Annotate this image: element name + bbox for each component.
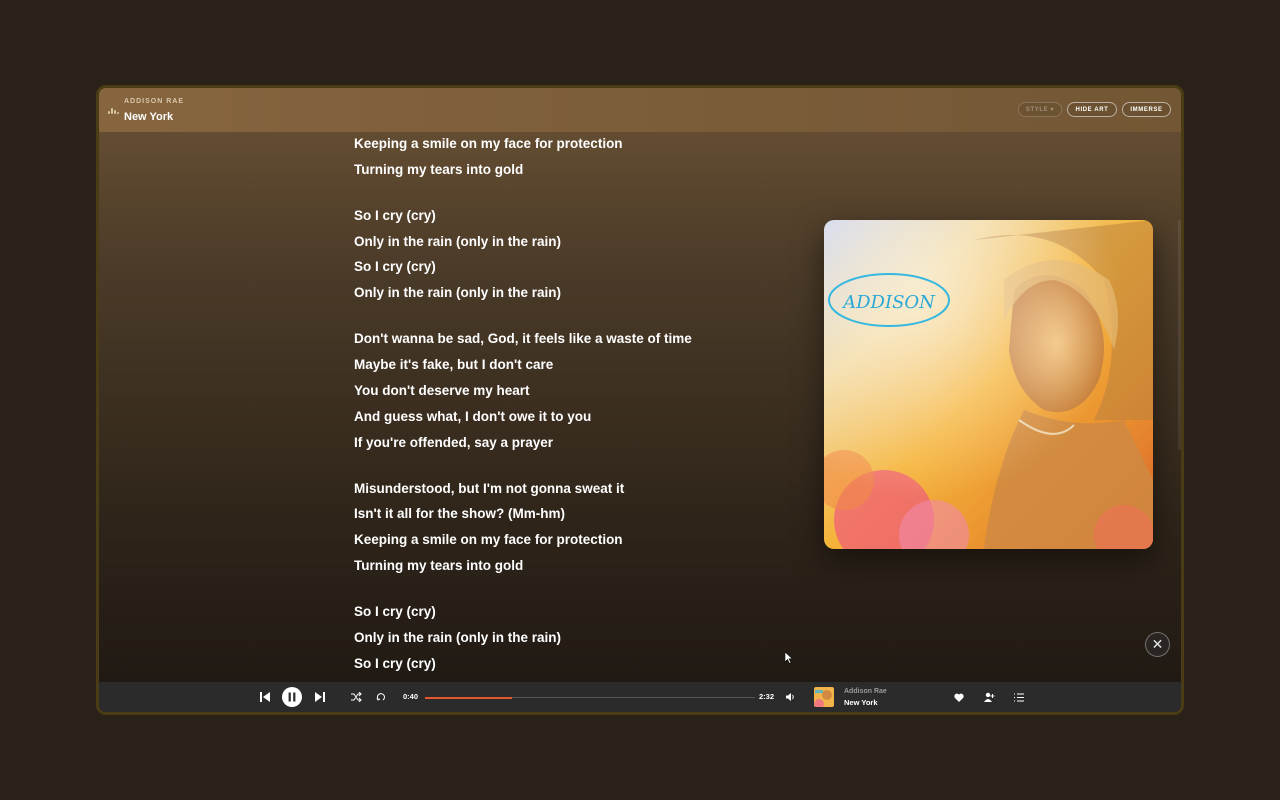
lyric-line: Maybe it's fake, but I don't care [354,357,554,373]
lyrics-list: Keeping a smile on my face for protectio… [354,134,692,685]
lyric-line: Keeping a smile on my face for protectio… [354,136,623,151]
lyric-line: And guess what, I don't owe it to you [354,408,592,424]
lyric-line: Turning my tears into gold [354,161,524,177]
lyric-stanza-gap [354,186,692,206]
immerse-button[interactable]: IMMERSE [1122,102,1171,117]
heart-icon[interactable] [952,688,966,706]
lyric-line: So I cry (cry) [354,207,436,223]
duration-time: 2:32 [759,692,775,701]
next-icon[interactable] [312,688,328,706]
album-logo: ADDISON [841,292,936,313]
lyric-stanza-gap [354,582,692,602]
artist-icon[interactable] [982,688,996,706]
queue-icon[interactable] [1012,688,1026,706]
close-button[interactable]: ✕ [1145,632,1170,657]
lyric-line: So I cry (cry) [354,259,436,275]
repeat-icon[interactable] [374,688,388,706]
now-playing-title[interactable]: New York [844,698,878,707]
close-icon: ✕ [1151,636,1164,652]
equalizer-icon [108,106,119,114]
lyric-line: Turning my tears into gold [354,558,524,574]
scrollbar[interactable] [1178,220,1181,450]
lyric-line: So I cry (cry) [354,604,436,620]
header-artist: ADDISON RAE [124,98,185,105]
lyric-line: Isn't it all for the show? (Mm-hm) [354,506,565,522]
lyric-line: Misunderstood, but I'm not gonna sweat i… [354,480,625,496]
player-bar: 0:40 2:32 Addison Rae New York [99,682,1181,712]
lyric-stanza-gap [354,458,692,478]
lyric-line: You don't deserve my heart [354,382,530,398]
progress-fill [425,696,512,699]
mouse-cursor-icon [785,652,793,664]
lyric-line: Keeping a smile on my face for protectio… [354,532,623,548]
pause-icon[interactable] [282,687,302,707]
lyric-line: Don't wanna be sad, God, it feels like a… [354,331,692,347]
progress-bar[interactable] [425,696,755,699]
style-button[interactable]: STYLE ▾ [1018,102,1062,117]
lyric-line: Only in the rain (only in the rain) [354,629,562,645]
lyric-line: If you're offended, say a prayer [354,434,554,450]
shuffle-icon[interactable] [349,688,363,706]
album-art: ADDISON [824,220,1153,549]
header-song-title: New York [124,111,174,123]
hide-art-button[interactable]: HIDE ART [1067,102,1117,117]
lyric-line: Only in the rain (only in the rain) [354,285,562,301]
lyric-line: Only in the rain (only in the rain) [354,233,562,249]
now-playing-artist[interactable]: Addison Rae [844,688,887,695]
player-window: ADDISON RAE New York STYLE ▾ HIDE ART IM… [96,85,1184,715]
previous-icon[interactable] [257,688,273,706]
lyrics-panel[interactable]: Keeping a smile on my face for protectio… [354,132,874,685]
elapsed-time: 0:40 [403,692,419,701]
now-playing-thumbnail[interactable] [814,687,834,707]
volume-icon[interactable] [784,688,798,706]
lyric-line: So I cry (cry) [354,655,436,671]
header-bar: ADDISON RAE New York STYLE ▾ HIDE ART IM… [99,88,1181,132]
lyric-stanza-gap [354,309,692,329]
